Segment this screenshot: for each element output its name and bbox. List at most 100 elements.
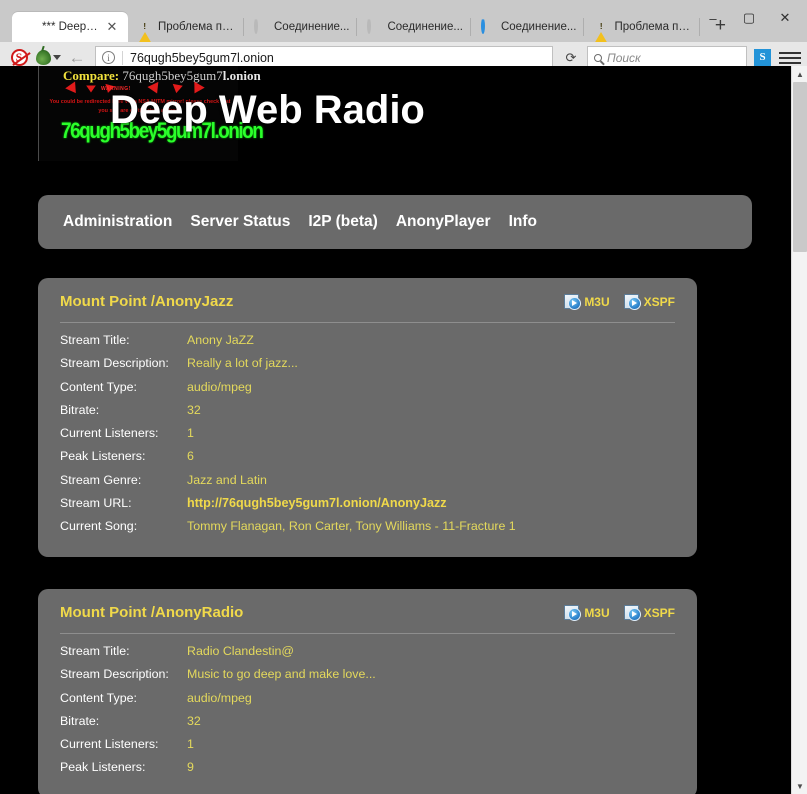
row-value: Music to go deep and make love... bbox=[187, 667, 376, 681]
row-value: Tommy Flanagan, Ron Carter, Tony William… bbox=[187, 519, 516, 533]
warning-icon bbox=[594, 20, 608, 34]
table-row: Stream Title: Anony JaZZ bbox=[60, 333, 675, 356]
nav-item-administration[interactable]: Administration bbox=[54, 213, 181, 231]
search-placeholder: Поиск bbox=[607, 51, 641, 65]
chevron-down-icon[interactable] bbox=[53, 55, 61, 60]
row-label: Stream Description: bbox=[60, 667, 187, 681]
row-value: 32 bbox=[187, 714, 201, 728]
row-label: Current Listeners: bbox=[60, 737, 187, 751]
xspf-label: XSPF bbox=[644, 295, 675, 309]
card-header: Mount Point /AnonyJazz M3U XSPF bbox=[60, 293, 675, 323]
page-viewport: Compare: 76qugh5bey5gum7l.onion WARNING!… bbox=[0, 66, 807, 794]
table-row: Peak Listeners: 9 bbox=[60, 760, 675, 783]
loading-icon bbox=[367, 20, 381, 34]
table-row: Stream Genre: Jazz and Latin bbox=[60, 473, 675, 496]
xspf-label: XSPF bbox=[644, 606, 675, 620]
row-label: Peak Listeners: bbox=[60, 760, 187, 774]
nav-item-anonyplayer[interactable]: AnonyPlayer bbox=[387, 213, 500, 231]
table-row: Bitrate: 32 bbox=[60, 714, 675, 737]
stream-details-table: Stream Title: Anony JaZZ Stream Descript… bbox=[60, 323, 675, 543]
tab-connecting-3[interactable]: Соединение... bbox=[471, 12, 584, 42]
m3u-link[interactable]: M3U bbox=[564, 294, 609, 309]
row-label: Stream URL: bbox=[60, 496, 187, 510]
stream-url-link[interactable]: http://76qugh5bey5gum7l.onion/AnonyJazz bbox=[187, 496, 447, 510]
mount-point-path: /AnonyRadio bbox=[151, 604, 244, 621]
browser-window: *** Deep ... ✕ Проблема пр... Соединение… bbox=[0, 0, 807, 794]
nav-item-server-status[interactable]: Server Status bbox=[181, 213, 299, 231]
compare-label: Compare: 76qugh5bey5gum7l.onion bbox=[63, 68, 261, 84]
mount-point-path: /AnonyJazz bbox=[151, 293, 234, 310]
row-label: Content Type: bbox=[60, 380, 187, 394]
row-value: 32 bbox=[187, 403, 201, 417]
site-info-icon[interactable]: i bbox=[102, 51, 115, 64]
window-controls: – ▢ ✕ bbox=[695, 0, 803, 36]
table-row: Stream Title: Radio Clandestin@ bbox=[60, 644, 675, 667]
table-row: Current Listeners: 1 bbox=[60, 426, 675, 449]
table-row: Content Type: audio/mpeg bbox=[60, 691, 675, 714]
menu-icon[interactable] bbox=[779, 49, 801, 67]
tab-connecting-2[interactable]: Соединение... bbox=[357, 12, 470, 42]
maximize-button[interactable]: ▢ bbox=[731, 3, 767, 33]
row-label: Current Listeners: bbox=[60, 426, 187, 440]
row-label: Current Song: bbox=[60, 519, 187, 533]
playlist-links: M3U XSPF bbox=[564, 605, 675, 620]
globe-icon bbox=[22, 20, 36, 34]
scroll-down-icon[interactable]: ▼ bbox=[792, 778, 807, 794]
tab-problem-2[interactable]: Проблема пр... bbox=[584, 12, 700, 42]
site-banner: Compare: 76qugh5bey5gum7l.onion WARNING!… bbox=[38, 66, 508, 161]
card-header: Mount Point /AnonyRadio M3U XSPF bbox=[60, 604, 675, 634]
row-label: Bitrate: bbox=[60, 714, 187, 728]
m3u-label: M3U bbox=[584, 295, 609, 309]
table-row: Content Type: audio/mpeg bbox=[60, 380, 675, 403]
playlist-links: M3U XSPF bbox=[564, 294, 675, 309]
tab-label: Проблема пр... bbox=[158, 21, 236, 33]
tab-deep-web-radio[interactable]: *** Deep ... ✕ bbox=[12, 12, 128, 42]
tab-label: Соединение... bbox=[274, 21, 349, 33]
page-title: Deep Web Radio bbox=[110, 88, 425, 133]
row-value: Jazz and Latin bbox=[187, 473, 267, 487]
playlist-icon bbox=[564, 294, 579, 309]
m3u-label: M3U bbox=[584, 606, 609, 620]
table-row: Stream URL: http://76qugh5bey5gum7l.onio… bbox=[60, 496, 675, 519]
row-value: Anony JaZZ bbox=[187, 333, 254, 347]
nav-item-info[interactable]: Info bbox=[500, 213, 546, 231]
loading-blue-icon bbox=[481, 20, 495, 34]
page-scrollbar[interactable]: ▲ ▼ bbox=[791, 66, 807, 794]
tab-label: Проблема пр... bbox=[614, 21, 692, 33]
row-label: Content Type: bbox=[60, 691, 187, 705]
compare-onion-address: 76qugh5bey5gum7 bbox=[122, 68, 222, 83]
mount-point-card-anonyjazz: Mount Point /AnonyJazz M3U XSPF bbox=[38, 278, 697, 557]
row-value: 1 bbox=[187, 737, 194, 751]
xspf-link[interactable]: XSPF bbox=[624, 605, 675, 620]
row-value: Radio Clandestin@ bbox=[187, 644, 294, 658]
warning-icon bbox=[138, 20, 152, 34]
nav-item-i2p[interactable]: I2P (beta) bbox=[299, 213, 387, 231]
scrollbar-thumb[interactable] bbox=[793, 82, 807, 252]
scroll-up-icon[interactable]: ▲ bbox=[792, 66, 807, 82]
row-value: audio/mpeg bbox=[187, 691, 252, 705]
playlist-icon bbox=[624, 605, 639, 620]
row-label: Stream Title: bbox=[60, 644, 187, 658]
table-row: Peak Listeners: 6 bbox=[60, 449, 675, 472]
playlist-icon bbox=[564, 605, 579, 620]
minimize-button[interactable]: – bbox=[695, 3, 731, 33]
xspf-link[interactable]: XSPF bbox=[624, 294, 675, 309]
page-content: Compare: 76qugh5bey5gum7l.onion WARNING!… bbox=[0, 66, 790, 794]
url-text: 76qugh5bey5gum7l.onion bbox=[122, 51, 546, 65]
close-icon[interactable]: ✕ bbox=[104, 19, 120, 35]
row-label: Stream Genre: bbox=[60, 473, 187, 487]
table-row: Stream Description: Music to go deep and… bbox=[60, 667, 675, 690]
mount-point-card-anonyradio: Mount Point /AnonyRadio M3U XSPF bbox=[38, 589, 697, 794]
row-label: Stream Description: bbox=[60, 356, 187, 370]
main-nav: Administration Server Status I2P (beta) … bbox=[0, 195, 790, 249]
row-label: Stream Title: bbox=[60, 333, 187, 347]
table-row: Stream Description: Really a lot of jazz… bbox=[60, 356, 675, 379]
bookmark-badge-icon[interactable]: S bbox=[754, 49, 771, 66]
tab-connecting-1[interactable]: Соединение... bbox=[244, 12, 357, 42]
stream-details-table: Stream Title: Radio Clandestin@ Stream D… bbox=[60, 634, 675, 784]
tab-label: *** Deep ... bbox=[42, 21, 98, 33]
tab-problem-1[interactable]: Проблема пр... bbox=[128, 12, 244, 42]
loading-icon bbox=[254, 20, 268, 34]
m3u-link[interactable]: M3U bbox=[564, 605, 609, 620]
close-window-button[interactable]: ✕ bbox=[767, 3, 803, 33]
